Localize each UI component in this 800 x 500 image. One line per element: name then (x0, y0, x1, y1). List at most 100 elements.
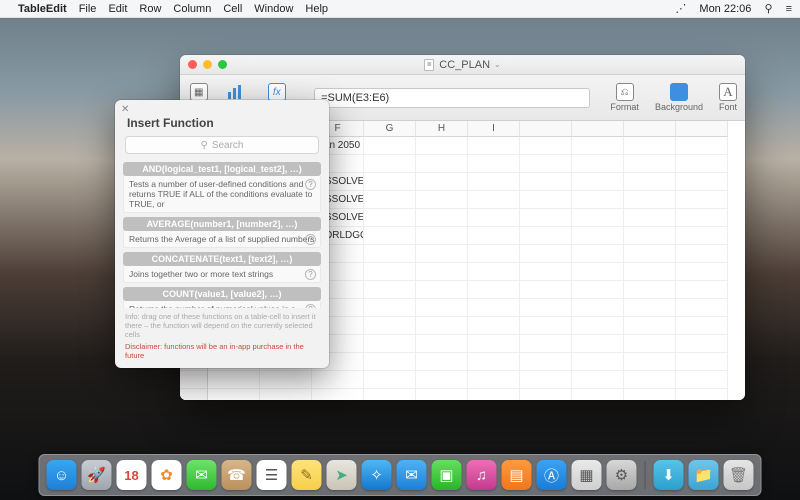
cell[interactable] (364, 299, 416, 317)
cell[interactable] (468, 245, 520, 263)
cell[interactable] (468, 137, 520, 155)
cell[interactable] (312, 371, 364, 389)
cell[interactable] (520, 389, 572, 400)
cell[interactable] (364, 191, 416, 209)
column-header[interactable]: H (416, 121, 468, 137)
cell[interactable] (624, 371, 676, 389)
function-item[interactable]: AVERAGE(number1, [number2], …)Returns th… (123, 217, 321, 248)
cell[interactable] (416, 353, 468, 371)
cell[interactable] (676, 371, 728, 389)
cell[interactable] (520, 227, 572, 245)
titlebar[interactable]: ≣ CC_PLAN ⌄ (180, 55, 745, 75)
cell[interactable] (520, 263, 572, 281)
dock-settings[interactable]: ⚙ (607, 460, 637, 490)
app-menu[interactable]: TableEdit (18, 3, 67, 15)
cell[interactable] (260, 389, 312, 400)
cell[interactable] (468, 227, 520, 245)
cell[interactable] (676, 227, 728, 245)
dock-mail[interactable]: ✉ (397, 460, 427, 490)
cell[interactable] (416, 371, 468, 389)
help-icon[interactable]: ? (305, 304, 316, 308)
cell[interactable] (520, 173, 572, 191)
cell[interactable] (676, 263, 728, 281)
cell[interactable] (676, 173, 728, 191)
cell[interactable] (624, 335, 676, 353)
function-list[interactable]: AND(logical_test1, [logical_test2], …)Te… (115, 160, 329, 308)
cell[interactable] (208, 371, 260, 389)
dock-preview[interactable]: ▦ (572, 460, 602, 490)
title-dropdown-icon[interactable]: ⌄ (494, 60, 501, 69)
cell[interactable] (520, 155, 572, 173)
dock-reminders[interactable]: ☰ (257, 460, 287, 490)
cell[interactable] (260, 371, 312, 389)
cell[interactable] (364, 227, 416, 245)
cell[interactable] (468, 299, 520, 317)
cell[interactable] (572, 281, 624, 299)
cell[interactable] (468, 335, 520, 353)
cell[interactable] (520, 245, 572, 263)
zoom-button[interactable] (218, 60, 227, 69)
cell[interactable] (520, 335, 572, 353)
background-button[interactable]: Background (655, 83, 703, 112)
cell[interactable] (676, 353, 728, 371)
cell[interactable] (676, 389, 728, 400)
dock-calendar[interactable]: 18 (117, 460, 147, 490)
cell[interactable] (520, 299, 572, 317)
cell[interactable] (416, 155, 468, 173)
cell[interactable] (520, 191, 572, 209)
dock-folder[interactable]: 📁 (689, 460, 719, 490)
cell[interactable] (520, 209, 572, 227)
cell[interactable] (624, 191, 676, 209)
cell[interactable] (624, 299, 676, 317)
menu-file[interactable]: File (79, 3, 97, 15)
cell[interactable] (364, 209, 416, 227)
cell[interactable] (676, 191, 728, 209)
menu-column[interactable]: Column (173, 3, 211, 15)
function-item[interactable]: AND(logical_test1, [logical_test2], …)Te… (123, 162, 321, 213)
menu-help[interactable]: Help (305, 3, 328, 15)
cell[interactable] (468, 353, 520, 371)
cell[interactable] (468, 389, 520, 400)
dock-messages[interactable]: ✉ (187, 460, 217, 490)
cell[interactable] (676, 209, 728, 227)
formula-bar[interactable]: =SUM(E3:E6) (314, 88, 590, 108)
cell[interactable] (676, 137, 728, 155)
cell[interactable] (676, 299, 728, 317)
cell[interactable] (364, 263, 416, 281)
cell[interactable] (364, 317, 416, 335)
cell[interactable] (624, 245, 676, 263)
help-icon[interactable]: ? (305, 179, 316, 190)
cell[interactable] (624, 209, 676, 227)
help-icon[interactable]: ? (305, 234, 316, 245)
cell[interactable] (624, 263, 676, 281)
cell[interactable] (520, 137, 572, 155)
cell[interactable] (572, 335, 624, 353)
cell[interactable] (364, 245, 416, 263)
cell[interactable] (364, 389, 416, 400)
cell[interactable] (676, 317, 728, 335)
spotlight-icon[interactable]: ⚲ (764, 3, 772, 15)
dock-notes[interactable]: ✎ (292, 460, 322, 490)
row-header[interactable] (180, 389, 208, 400)
cell[interactable] (364, 371, 416, 389)
notifications-icon[interactable]: ≡ (786, 3, 792, 15)
cell[interactable] (624, 155, 676, 173)
cell[interactable] (572, 299, 624, 317)
clock[interactable]: Mon 22:06 (699, 3, 751, 15)
cell[interactable] (468, 209, 520, 227)
cell[interactable] (208, 389, 260, 400)
cell[interactable] (624, 137, 676, 155)
menu-cell[interactable]: Cell (223, 3, 242, 15)
cell[interactable] (416, 173, 468, 191)
cell[interactable] (468, 173, 520, 191)
cell[interactable] (364, 155, 416, 173)
column-header[interactable]: I (468, 121, 520, 137)
cell[interactable] (624, 281, 676, 299)
format-button[interactable]: ⎌ Format (610, 83, 639, 112)
dock-trash[interactable]: 🗑 (724, 460, 754, 490)
search-input[interactable]: ⚲ Search (125, 136, 319, 154)
dock-safari[interactable]: ✧ (362, 460, 392, 490)
minimize-button[interactable] (203, 60, 212, 69)
cell[interactable] (416, 209, 468, 227)
cell[interactable] (416, 191, 468, 209)
